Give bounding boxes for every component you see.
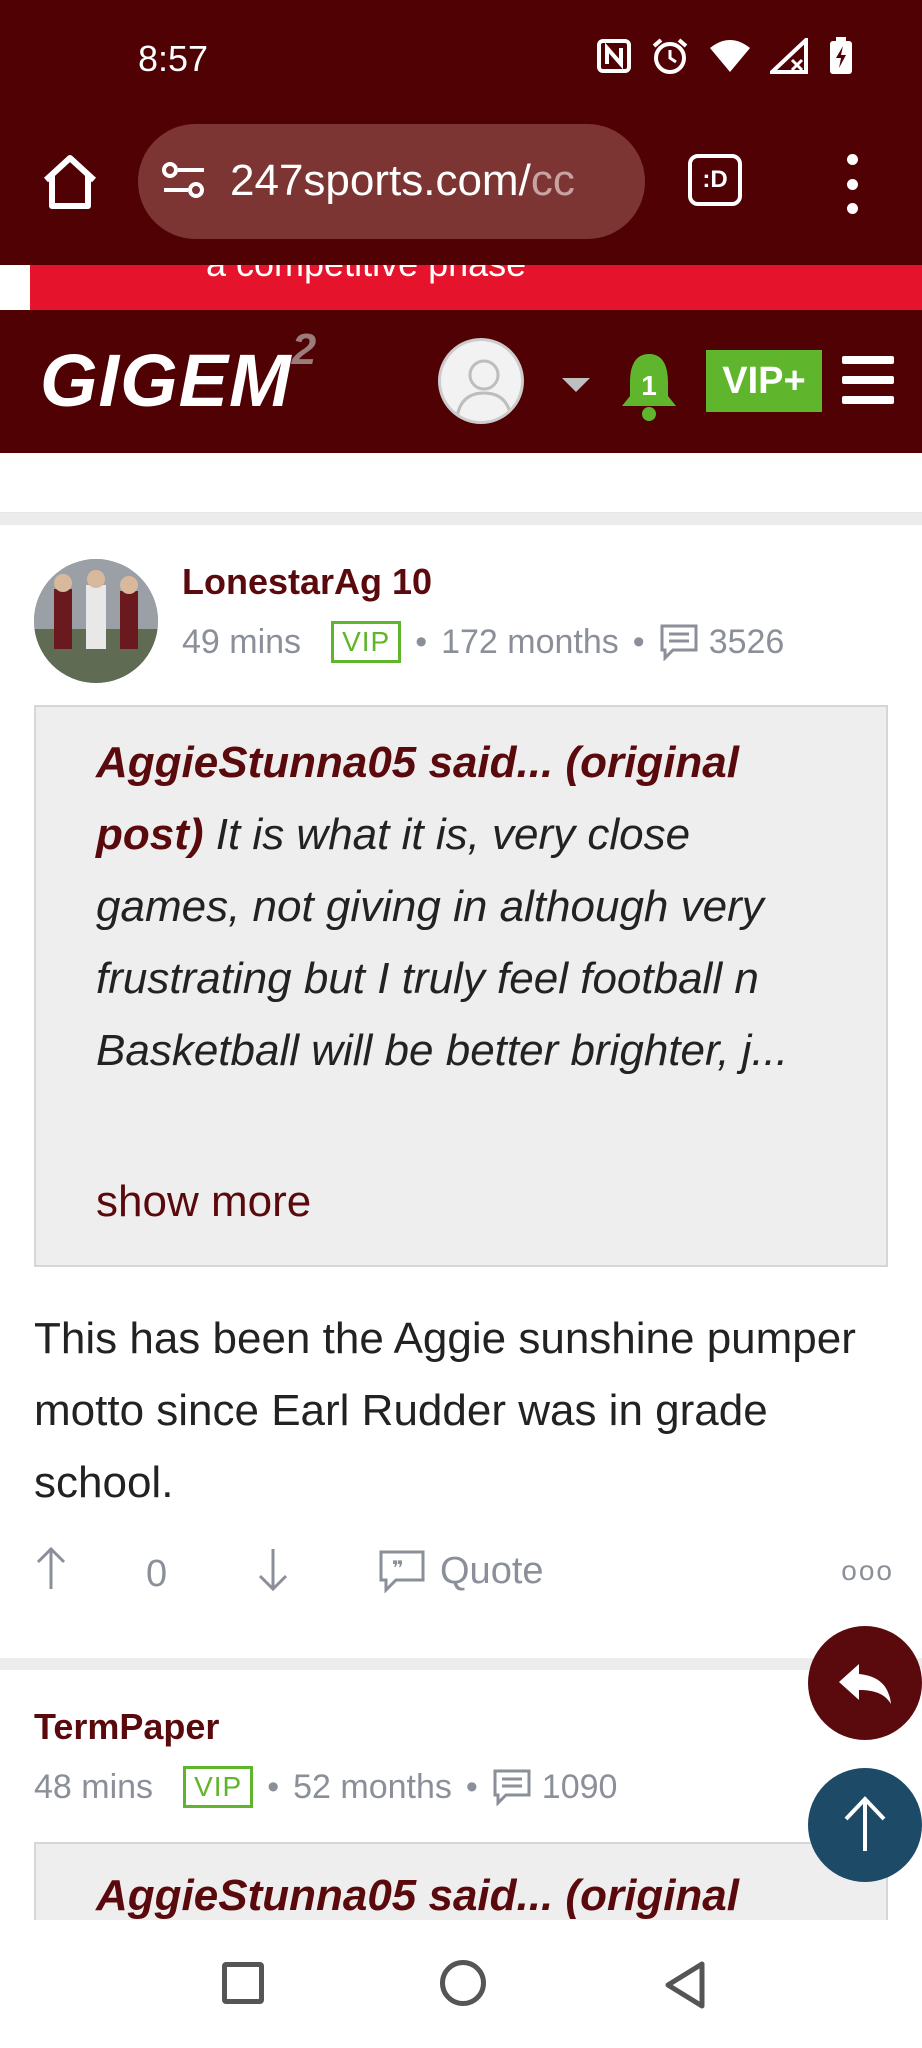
meta-separator: • [632,622,645,661]
post-meta: 48 mins VIP • 52 months • 1090 [34,1766,617,1808]
post-body: This has been the Aggie sunshine pumper … [34,1314,856,1507]
post-time: 48 mins [34,1767,154,1806]
post-count-icon [493,1769,531,1806]
svg-text:❞: ❞ [392,1556,404,1580]
post-count-icon [660,624,698,661]
tab-switcher-button[interactable]: :D [688,154,742,206]
logo-super: 2 [291,325,318,375]
quote-button[interactable]: ❞ Quote [378,1549,544,1593]
reply-icon [839,1664,891,1704]
user-avatar[interactable] [438,338,524,424]
status-time: 8:57 [138,38,209,79]
poster-username[interactable]: LonestarAg 10 [182,561,432,603]
overflow-menu-icon[interactable] [842,154,862,214]
recents-button[interactable] [222,1962,264,2004]
battery-icon [830,37,852,74]
poster-avatar[interactable] [34,559,158,683]
notification-count: 1 [641,370,657,401]
url-main: 247sports.com/ [230,156,531,205]
hamburger-menu-icon[interactable] [842,356,894,404]
logo-text: GIGEM [40,339,292,422]
status-bar: 8:57 [0,0,922,120]
member-tenure: 52 months [293,1767,452,1806]
promo-text: a competitive phase [206,265,526,285]
meta-separator: • [267,1767,280,1806]
account-dropdown-icon[interactable] [562,378,590,392]
meta-separator: • [465,1767,478,1806]
promo-red-strip: a competitive phase [30,265,922,310]
post-count: 3526 [708,622,785,661]
vip-badge: VIP [183,1766,254,1808]
meta-separator: • [415,622,428,661]
url-field[interactable]: 247sports.com/cc [138,124,645,239]
url-text: 247sports.com/cc [230,156,575,206]
alarm-icon [652,38,688,74]
previous-post-end [0,453,922,513]
post-divider [0,1658,922,1670]
quote-author[interactable]: AggieStunna05 said... (original [96,1871,739,1920]
nfc-icon [597,39,631,73]
url-fade: cc [530,156,575,205]
promo-banner[interactable]: a competitive phase [0,265,922,310]
quote-content: AggieStunna05 said... (original post) It… [96,727,846,1087]
browser-toolbar: 247sports.com/cc :D [0,120,922,265]
post-time: 49 mins [182,622,302,661]
post-meta: 49 mins VIP • 172 months • 3526 [182,621,784,663]
system-navigation-bar [0,1920,922,2048]
back-icon[interactable] [662,1960,708,2010]
post-count: 1090 [541,1767,618,1806]
more-options-icon[interactable]: ooo [841,1555,894,1587]
vip-badge: VIP [331,621,402,663]
home-button[interactable] [440,1960,486,2006]
signal-icon [770,38,808,74]
user-placeholder-icon [455,359,513,418]
site-header: GIGEM2 1 VIP+ [0,310,922,453]
upvote-icon[interactable] [34,1545,68,1593]
notifications-bell-icon[interactable]: 1 [618,350,680,422]
post-divider [0,513,922,525]
site-logo[interactable]: GIGEM2 [40,325,317,423]
site-settings-icon[interactable] [160,160,208,202]
show-more-link[interactable]: show more [96,1177,311,1227]
reply-button[interactable] [808,1626,922,1740]
post-actions: 0 ❞ Quote ooo [34,1545,894,1605]
vote-count: 0 [146,1553,168,1595]
status-icons [596,36,854,76]
vip-plus-button[interactable]: VIP+ [706,350,822,412]
quote-label: Quote [440,1549,544,1592]
wifi-icon [710,40,750,72]
arrow-up-icon [844,1796,886,1851]
poster-username[interactable]: TermPaper [34,1706,219,1748]
scroll-to-top-button[interactable] [808,1768,922,1882]
member-tenure: 172 months [441,622,619,661]
quoted-post: AggieStunna05 said... (original post) It… [34,705,888,1267]
quote-icon: ❞ [379,1550,425,1593]
home-icon[interactable] [38,150,102,214]
downvote-icon[interactable] [256,1545,290,1593]
